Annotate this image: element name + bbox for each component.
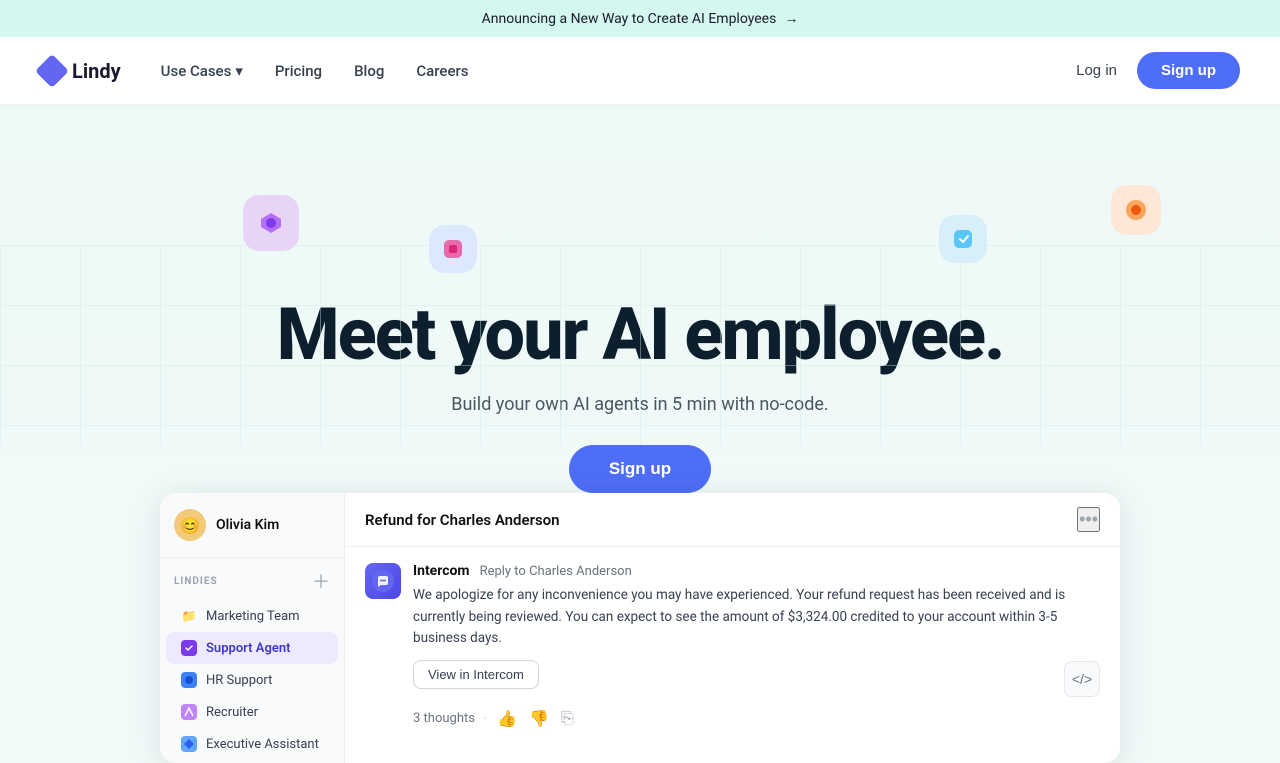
copy-button[interactable]: ⎘ bbox=[559, 708, 576, 730]
logo-text: Lindy bbox=[72, 59, 121, 83]
code-button[interactable]: </> bbox=[1064, 661, 1100, 697]
message-content: Intercom Reply to Charles Anderson We ap… bbox=[413, 563, 1100, 731]
float-icon-blue bbox=[939, 215, 987, 263]
recruiter-icon bbox=[180, 703, 198, 721]
sidebar-item-exec-assistant[interactable]: Executive Assistant bbox=[166, 728, 338, 760]
signup-button-nav[interactable]: Sign up bbox=[1137, 52, 1240, 89]
view-in-intercom-button[interactable]: View in Intercom bbox=[413, 660, 539, 689]
announcement-bar[interactable]: Announcing a New Way to Create AI Employ… bbox=[0, 0, 1280, 37]
code-icon: </> bbox=[1072, 671, 1092, 687]
add-lindy-button[interactable]: ＋ bbox=[312, 568, 330, 594]
hero-section: Meet your AI employee. Build your own AI… bbox=[0, 105, 1280, 523]
announcement-text: Announcing a New Way to Create AI Employ… bbox=[482, 11, 777, 27]
intercom-avatar bbox=[365, 563, 401, 599]
sidebar-user: 😊 Olivia Kim bbox=[160, 509, 344, 558]
announcement-arrow: → bbox=[784, 10, 798, 27]
sidebar-item-marketing[interactable]: 📁 Marketing Team bbox=[166, 600, 338, 632]
support-icon bbox=[180, 639, 198, 657]
lindies-header: LINDIES ＋ bbox=[160, 558, 344, 600]
nav-right: Log in Sign up bbox=[1076, 52, 1240, 89]
avatar: 😊 bbox=[174, 509, 206, 541]
float-icon-pink bbox=[429, 225, 477, 273]
hr-icon bbox=[180, 671, 198, 689]
nav-links: Use Cases ▾ Pricing Blog Careers bbox=[161, 62, 1076, 80]
float-icon-orange bbox=[1111, 185, 1161, 235]
message-row: Intercom Reply to Charles Anderson We ap… bbox=[365, 563, 1100, 731]
floating-icons bbox=[20, 175, 1260, 295]
sidebar-item-support[interactable]: Support Agent bbox=[166, 632, 338, 664]
message-action: Reply to Charles Anderson bbox=[480, 564, 632, 579]
demo-panel: 😊 Olivia Kim LINDIES ＋ 📁 Marketing Team … bbox=[160, 493, 1120, 763]
nav-blog-label: Blog bbox=[354, 62, 384, 80]
main-content: Refund for Charles Anderson ••• bbox=[345, 493, 1120, 763]
sidebar-user-name: Olivia Kim bbox=[216, 517, 279, 533]
lindies-label: LINDIES bbox=[174, 576, 218, 587]
nav-pricing-label: Pricing bbox=[275, 62, 322, 80]
sidebar-item-hr[interactable]: HR Support bbox=[166, 664, 338, 696]
nav-use-cases[interactable]: Use Cases ▾ bbox=[161, 62, 243, 80]
logo[interactable]: Lindy bbox=[40, 59, 121, 83]
chat-header: Refund for Charles Anderson ••• bbox=[345, 493, 1120, 547]
exec-icon bbox=[180, 735, 198, 753]
folder-icon: 📁 bbox=[180, 607, 198, 625]
navbar: Lindy Use Cases ▾ Pricing Blog Careers L… bbox=[0, 37, 1280, 105]
more-options-button[interactable]: ••• bbox=[1077, 507, 1100, 532]
nav-use-cases-label: Use Cases bbox=[161, 62, 232, 80]
thumbs-up-button[interactable]: 👍 bbox=[495, 707, 519, 731]
nav-pricing[interactable]: Pricing bbox=[275, 62, 322, 80]
dot-separator: · bbox=[483, 709, 487, 728]
logo-icon bbox=[35, 54, 69, 88]
hero-signup-button[interactable]: Sign up bbox=[569, 445, 711, 493]
message-text: We apologize for any inconvenience you m… bbox=[413, 585, 1100, 650]
float-icon-purple bbox=[243, 195, 299, 251]
message-header: Intercom Reply to Charles Anderson bbox=[413, 563, 1100, 579]
sidebar: 😊 Olivia Kim LINDIES ＋ 📁 Marketing Team … bbox=[160, 493, 345, 763]
message-actions-row: 3 thoughts · 👍 👎 ⎘ bbox=[413, 707, 1100, 731]
sidebar-item-label: Recruiter bbox=[206, 705, 258, 720]
thumbs-down-button[interactable]: 👎 bbox=[527, 707, 551, 731]
sidebar-item-recruiter[interactable]: Recruiter bbox=[166, 696, 338, 728]
sidebar-item-label: HR Support bbox=[206, 673, 272, 688]
chevron-down-icon: ▾ bbox=[235, 62, 243, 80]
login-button[interactable]: Log in bbox=[1076, 62, 1117, 79]
thoughts-count[interactable]: 3 thoughts bbox=[413, 711, 475, 726]
chat-title: Refund for Charles Anderson bbox=[365, 511, 560, 529]
nav-careers-label: Careers bbox=[416, 62, 468, 80]
nav-blog[interactable]: Blog bbox=[354, 62, 384, 80]
sidebar-item-label: Executive Assistant bbox=[206, 737, 319, 752]
sidebar-item-label: Support Agent bbox=[206, 641, 290, 656]
message-sender: Intercom bbox=[413, 563, 470, 579]
sidebar-item-label: Marketing Team bbox=[206, 609, 300, 624]
nav-careers[interactable]: Careers bbox=[416, 62, 468, 80]
